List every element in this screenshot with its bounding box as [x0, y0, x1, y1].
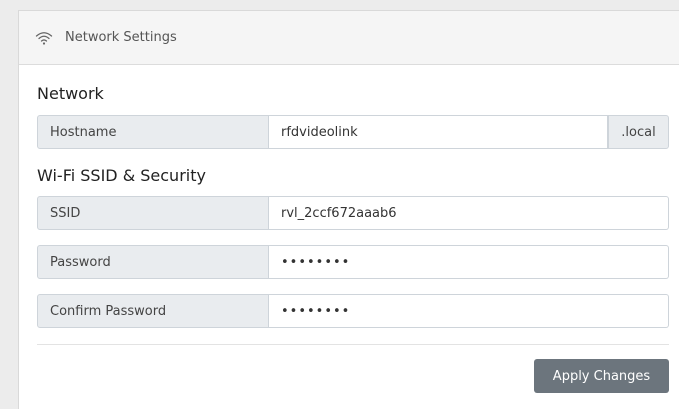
password-row: Password [37, 245, 669, 279]
apply-changes-button[interactable]: Apply Changes [534, 359, 669, 393]
card-title: Network Settings [65, 30, 177, 45]
confirm-password-input[interactable] [269, 294, 669, 328]
divider [37, 344, 669, 345]
wifi-section-title: Wi-Fi SSID & Security [37, 166, 206, 185]
confirm-password-label: Confirm Password [37, 294, 269, 328]
password-label: Password [37, 245, 269, 279]
ssid-input[interactable] [269, 196, 669, 230]
confirm-password-row: Confirm Password [37, 294, 669, 328]
network-section-title: Network [37, 84, 104, 103]
ssid-label: SSID [37, 196, 269, 230]
hostname-input[interactable] [269, 115, 608, 149]
card-header: Network Settings [19, 11, 679, 65]
ssid-row: SSID [37, 196, 669, 230]
hostname-suffix: .local [608, 115, 669, 149]
password-input[interactable] [269, 245, 669, 279]
hostname-label: Hostname [37, 115, 269, 149]
wifi-icon [35, 30, 53, 46]
network-settings-card: Network Settings Network Hostname .local… [18, 10, 679, 409]
hostname-row: Hostname .local [37, 115, 669, 149]
